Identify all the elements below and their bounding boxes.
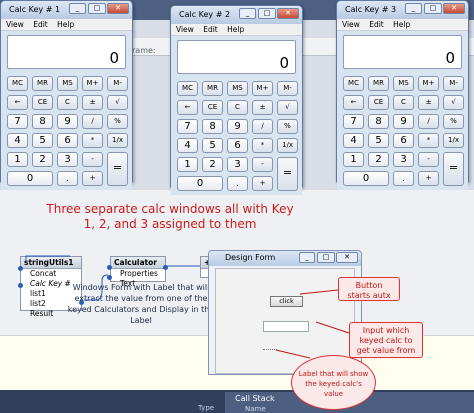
- callout-arrow: [315, 321, 350, 334]
- callout-arrow: [275, 349, 311, 359]
- node-connector: [25, 255, 70, 262]
- node-connector: [84, 274, 109, 301]
- callout-arrow: [299, 289, 339, 295]
- overlay-lines: [25, 255, 350, 359]
